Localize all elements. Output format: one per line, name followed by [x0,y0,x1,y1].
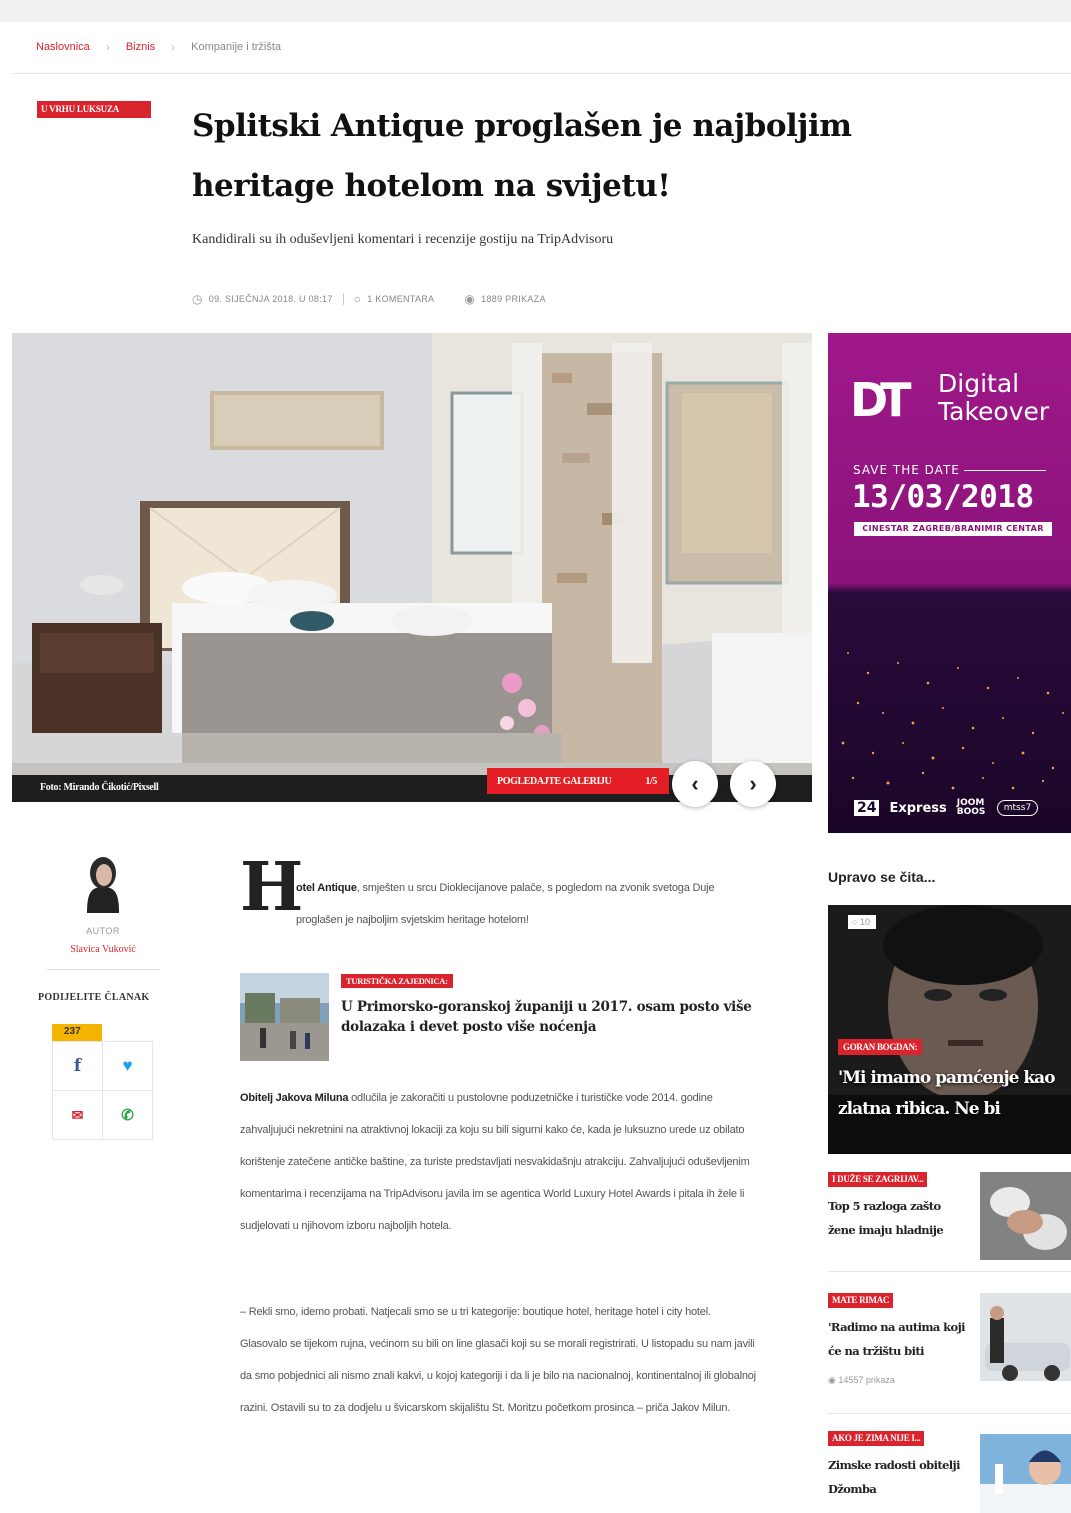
related-title[interactable]: U Primorsko-goranskoj županiji u 2017. o… [341,997,761,1037]
related-tag[interactable]: TURISTIČKA ZAJEDNICA: [341,974,453,988]
breadcrumb: Naslovnica › Biznis › Kompanije i tržišt… [36,40,281,54]
article-meta: ◷ 09. SIJEČNJA 2018. U 08:17 ○ 1 KOMENTA… [192,292,546,306]
featured-trending[interactable]: ○ 10 GORAN BOGDAN: 'Mi imamo pamćenje ka… [828,905,1071,1154]
city-lights-image [841,652,1064,790]
trending-thumbnail[interactable] [980,1293,1071,1381]
breadcrumb-current: Kompanije i tržišta [191,41,282,53]
related-article[interactable]: TURISTIČKA ZAJEDNICA: U Primorsko-gorans… [240,973,760,1061]
ad-venue: CINESTAR ZAGREB/BRANIMIR CENTAR [854,522,1052,536]
ad-save-the-date: SAVE THE DATE [853,463,1046,477]
drop-cap: H [240,847,304,926]
trending-title[interactable]: Top 5 razloga zašto žene imaju hladnije [828,1194,968,1242]
divider [47,969,159,970]
trending-thumbnail[interactable] [980,1431,1071,1513]
author-role: AUTOR [86,926,120,936]
trending-title[interactable]: 'Radimo na autima koji će na tržištu bit… [828,1315,968,1363]
comments-meta[interactable]: ○ 1 KOMENTARA [354,292,435,306]
divider [12,73,1071,74]
facebook-icon: f [73,1056,82,1076]
ad-banner[interactable]: DT Digital Takeover SAVE THE DATE 13/03/… [828,333,1071,833]
comment-icon: ○ [852,917,860,927]
views-meta: ◉ 1889 PRIKAZA [464,292,545,306]
breadcrumb-biznis[interactable]: Biznis [126,41,155,53]
envelope-icon: ✉ [71,1106,84,1123]
trending-tag[interactable]: I DUŽE SE ZAGRIJAV... [828,1172,928,1187]
chevron-right-icon: › [105,40,110,54]
featured-comments: ○ 10 [848,915,876,929]
gallery-prev-button[interactable]: ‹ [672,761,718,807]
views-count: 1889 PRIKAZA [481,294,546,304]
author-box: AUTOR Slavica Vuković [38,853,168,970]
whatsapp-icon: ✆ [121,1107,134,1124]
ad-logo-mark: DT [850,373,911,427]
trending-heading: Upravo se čita... [828,869,936,885]
article-title: Splitski Antique proglašen je najboljim … [192,108,852,204]
trending-tag[interactable]: AKO JE ZIMA NIJE I... [828,1431,925,1446]
paragraph-text: odlučila je zakoračiti u pustolovne podu… [240,1092,750,1232]
breadcrumb-home[interactable]: Naslovnica [36,41,90,53]
facebook-share-button[interactable]: f [53,1042,103,1091]
eye-icon: ◉ [828,1375,839,1385]
paragraph-bold: Obitelj Jakova Miluna [240,1092,349,1104]
chevron-left-icon: ‹ [691,771,699,796]
meta-divider [342,293,344,305]
trending-title[interactable]: Zimske radosti obitelji Džomba [828,1453,968,1501]
ad-logo-line2: Takeover [938,397,1050,426]
ad-logo-line1: Digital [938,369,1020,398]
photo-credit: Foto: Mirando Čikotić/Pixsell [40,782,159,793]
lead-rest: , smješten u srcu Dioklecijanove palače,… [296,882,715,926]
ad-date: 13/03/2018 [852,479,1034,515]
publish-date: 09. SIJEČNJA 2018. U 08:17 [208,294,333,304]
ad-logo-text: Digital Takeover [938,370,1049,426]
hero-image[interactable] [12,333,812,802]
related-thumbnail[interactable] [240,973,329,1061]
comment-icon: ○ [353,292,362,306]
share-count: 237 [52,1024,102,1041]
lead-bold: otel Antique [296,882,357,894]
hotel-room-photo [12,333,812,802]
featured-title[interactable]: 'Mi imamo pamćenje kao zlatna ribica. Ne… [838,1063,1068,1125]
email-share-button[interactable]: ✉ [53,1091,103,1140]
sponsor-24sata: 24 [854,800,880,816]
body-paragraph: Obitelj Jakova Miluna odlučila je zakora… [240,1082,760,1242]
gallery-count: 1/5 [645,775,657,787]
trending-view-count: 14557 prikaza [838,1375,895,1385]
featured-comment-count: 10 [859,917,870,927]
sponsor-joom: JOOM BOOS [956,798,986,817]
share-title: PODIJELITE ČLANAK [38,992,150,1003]
sponsor-mtss: mtss7 [996,800,1039,816]
article-subtitle: Kandidirali su ih oduševljeni komentari … [192,232,614,247]
ad-save-label: SAVE THE DATE [853,463,960,477]
trending-thumbnail[interactable] [980,1172,1071,1260]
divider [828,1413,1071,1414]
eye-icon: ◉ [464,292,476,306]
chevron-right-icon: › [171,40,176,54]
ad-line [963,469,1046,471]
date-meta: ◷ 09. SIJEČNJA 2018. U 08:17 [192,292,333,306]
avatar[interactable] [73,853,133,913]
sponsor-express: Express [889,800,947,816]
gallery-next-button[interactable]: › [730,761,776,807]
top-bar [0,0,1071,22]
twitter-icon: ♥ [122,1056,133,1075]
ad-sponsors: 24 Express JOOM BOOS mtss7 [854,798,1039,817]
chevron-right-icon: › [749,771,757,796]
category-badge[interactable]: U VRHU LUKSUZA [37,101,151,118]
divider [828,1271,1071,1272]
author-name[interactable]: Slavica Vuković [38,944,168,955]
twitter-share-button[interactable]: ♥ [103,1042,153,1091]
lead-paragraph: otel Antique, smješten u srcu Dioklecija… [296,872,756,936]
clock-icon: ◷ [192,292,203,306]
whatsapp-share-button[interactable]: ✆ [103,1091,153,1140]
body-paragraph: – Rekli smo, idemo probati. Natjecali sm… [240,1306,756,1414]
comments-count: 1 KOMENTARA [367,294,435,304]
featured-tag[interactable]: GORAN BOGDAN: [838,1039,923,1055]
share-buttons: f ♥ ✉ ✆ [52,1041,153,1140]
gallery-label: POGLEDAJTE GALERIJU [497,775,612,787]
gallery-button[interactable]: POGLEDAJTE GALERIJU 1/5 [487,768,669,794]
trending-views: ◉ 14557 prikaza [828,1375,895,1386]
trending-tag[interactable]: MATE RIMAC [828,1293,894,1308]
